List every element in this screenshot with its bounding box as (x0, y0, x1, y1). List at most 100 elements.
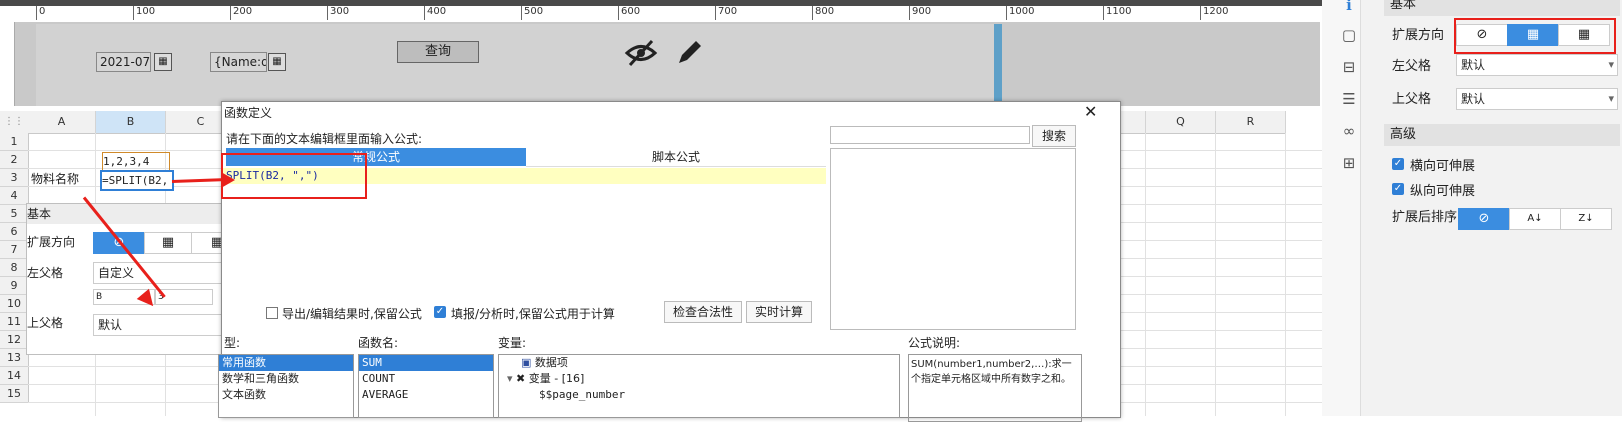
variable-label: 变量: (498, 336, 527, 350)
list-item[interactable]: AVERAGE (359, 387, 493, 403)
ruler-tick: 900 (909, 6, 931, 20)
cell-attr-icon[interactable]: ℹ (1340, 0, 1358, 14)
column-header-B[interactable]: B (96, 111, 166, 134)
row-header-6[interactable]: 6 (0, 223, 29, 241)
row-header-9[interactable]: 9 (0, 277, 29, 295)
type-list[interactable]: 常用函数 数学和三角函数 文本函数 (218, 354, 354, 418)
table-icon: ▣ (521, 356, 535, 369)
row-header-2[interactable]: 2 (0, 151, 29, 169)
variable-tree[interactable]: ▣ 数据项 ▾ ✖ 变量 - [16] $$page_number (498, 354, 900, 418)
function-name-list[interactable]: SUM COUNT AVERAGE (358, 354, 494, 418)
variable-icon: ✖ (516, 372, 529, 385)
cell-A3[interactable]: 物料名称 (31, 171, 101, 188)
vertical-stretch-checkbox[interactable]: ✓ (1392, 183, 1404, 195)
tree-icon[interactable]: ⊞ (1340, 154, 1358, 172)
tree-item-label: 变量 - [16] (528, 372, 585, 385)
section-basic: 基本 (1384, 0, 1620, 16)
row-header-7[interactable]: 7 (0, 241, 29, 259)
column-header-R[interactable]: R (1216, 111, 1286, 134)
function-result-area (830, 148, 1076, 330)
vertical-ruler (0, 22, 15, 106)
widget-icon[interactable]: ⊟ (1340, 58, 1358, 76)
function-description: SUM(number1,number2,…):求一个指定单元格区域中所有数字之和… (908, 354, 1082, 422)
description-label: 公式说明: (908, 336, 961, 350)
list-item[interactable]: 文本函数 (219, 387, 353, 403)
pencil-icon[interactable] (674, 38, 704, 68)
list-item[interactable]: 数学和三角函数 (219, 371, 353, 387)
row-header-11[interactable]: 11 (0, 313, 29, 331)
top-parent-select[interactable]: 默认 ▾ (1456, 88, 1618, 110)
function-search-input[interactable] (830, 126, 1030, 144)
cell-B2[interactable]: 1,2,3,4 (102, 152, 170, 171)
tree-item[interactable]: $$page_number (499, 387, 899, 403)
chevron-down-icon: ▾ (1608, 58, 1614, 71)
horizontal-stretch-checkbox[interactable]: ✓ (1392, 158, 1404, 170)
list-item[interactable]: COUNT (359, 371, 493, 387)
sort-none-button[interactable]: ⊘ (1458, 208, 1510, 230)
realtime-calc-button[interactable]: 实时计算 (746, 301, 812, 323)
float-top-parent-value: 默认 (98, 318, 123, 332)
section-advanced: 高级 (1384, 124, 1620, 146)
column-header-Q[interactable]: Q (1146, 111, 1216, 134)
name-field[interactable]: {Name:ds (210, 52, 267, 72)
row-header-4[interactable]: 4 (0, 187, 29, 205)
horizontal-stretch-label: 横向可伸展 (1410, 159, 1476, 174)
row-header-15[interactable]: 15 (0, 385, 29, 403)
select-all-corner[interactable]: ⋮⋮ (0, 111, 29, 134)
design-area[interactable] (36, 24, 1000, 106)
export-keep-label: 导出/编辑结果时,保留公式 (282, 307, 422, 321)
sort-ascending-icon[interactable]: A↓ (1509, 208, 1561, 230)
row-header-12[interactable]: 12 (0, 331, 29, 349)
ruler-tick: 1100 (1103, 6, 1131, 20)
left-parent-select[interactable]: 默认 ▾ (1456, 54, 1618, 76)
link-icon[interactable]: ∞ (1340, 122, 1358, 140)
ruler-tick: 600 (618, 6, 640, 20)
cell-B3[interactable]: =SPLIT(B2, (100, 170, 174, 191)
highlight-box-expand (1454, 18, 1616, 54)
search-button[interactable]: 搜索 (1032, 125, 1076, 147)
eye-hidden-icon[interactable] (624, 38, 658, 68)
border-icon[interactable]: ▢ (1340, 26, 1358, 44)
close-icon[interactable]: ✕ (1084, 102, 1097, 121)
dialog-prompt: 请在下面的文本编辑框里面输入公式: (226, 132, 423, 146)
chevron-down-icon: ▾ (507, 372, 517, 385)
highlight-box-formula (221, 153, 367, 199)
tab-script-formula[interactable]: 脚本公式 (526, 148, 826, 167)
ruler-tick: 400 (424, 6, 446, 20)
row-header-5[interactable]: 5 (0, 205, 29, 223)
ruler-tick: 200 (230, 6, 252, 20)
top-parent-value: 默认 (1461, 92, 1486, 106)
check-validity-button[interactable]: 检查合法性 (664, 301, 742, 323)
sort-descending-icon[interactable]: Z↓ (1560, 208, 1612, 230)
fill-keep-checkbox[interactable]: ✓ (434, 306, 446, 318)
ruler-tick: 1000 (1006, 6, 1034, 20)
calendar-icon[interactable]: ▦ (154, 53, 172, 71)
tree-item[interactable]: ▣ 数据项 (499, 355, 899, 371)
dialog-title: 函数定义 (224, 106, 273, 120)
grid-line (1285, 133, 1286, 416)
canvas-edge-marker (994, 24, 1002, 106)
condition-icon[interactable]: ☰ (1340, 90, 1358, 108)
float-expand-vertical-button[interactable]: ▦ (144, 232, 192, 254)
left-parent-label: 左父格 (1392, 59, 1432, 74)
export-keep-checkbox[interactable] (266, 307, 278, 319)
date-field[interactable]: 2021-07- (96, 52, 151, 72)
list-item[interactable]: 常用函数 (219, 355, 353, 371)
row-header-3[interactable]: 3 (0, 169, 29, 187)
row-header-8[interactable]: 8 (0, 259, 29, 277)
tree-item[interactable]: ▾ ✖ 变量 - [16] (499, 371, 899, 387)
column-header-A[interactable]: A (28, 111, 96, 134)
list-item[interactable]: SUM (359, 355, 493, 371)
tree-item-label: 数据项 (534, 356, 568, 369)
calendar-icon-2[interactable]: ▦ (268, 53, 286, 71)
float-expand-label: 扩展方向 (27, 235, 76, 249)
float-left-parent-label: 左父格 (27, 266, 64, 280)
row-header-14[interactable]: 14 (0, 367, 29, 385)
row-header-1[interactable]: 1 (0, 133, 29, 151)
row-header-10[interactable]: 10 (0, 295, 29, 313)
chevron-down-icon: ▾ (1608, 92, 1614, 105)
row-header-13[interactable]: 13 (0, 349, 29, 367)
horizontal-ruler: 0 100 200 300 400 500 600 700 800 900 1000 1100 1200 (0, 6, 1320, 23)
query-button[interactable]: 查询 (397, 41, 479, 63)
sort-after-expand-label: 扩展后排序 (1392, 210, 1458, 225)
